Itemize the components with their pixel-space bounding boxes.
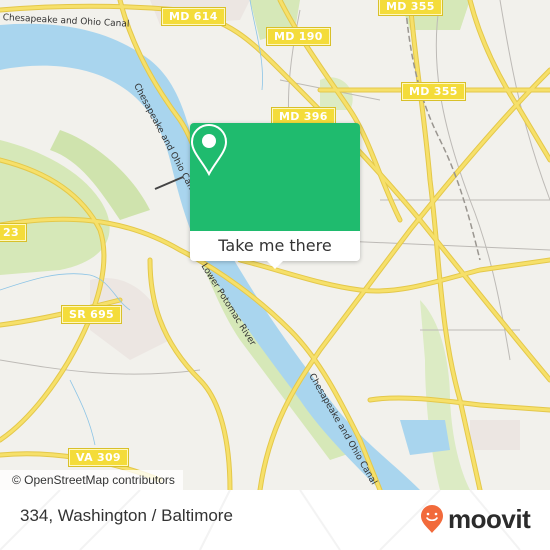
footer-bar: 334, Washington / Baltimore moovit	[0, 490, 550, 550]
map-canvas[interactable]: Chesapeake and Ohio Canal Chesapeake and…	[0, 0, 550, 490]
moovit-wordmark: moovit	[448, 503, 531, 534]
osm-attribution[interactable]: © OpenStreetMap contributors	[0, 470, 183, 490]
route-shield-sr-695: SR 695	[61, 305, 122, 324]
location-title: 334, Washington / Baltimore	[20, 506, 233, 525]
route-shield-md-190: MD 190	[266, 27, 331, 46]
moovit-pin-icon	[421, 505, 443, 533]
map-pin-icon	[190, 123, 228, 177]
reservoir	[400, 420, 450, 455]
route-shield-va-309: VA 309	[68, 448, 129, 467]
moovit-logo[interactable]: moovit	[420, 501, 531, 537]
location-popup: Take me there	[190, 123, 360, 269]
popup-tail	[267, 261, 283, 269]
take-me-there-button[interactable]: Take me there	[190, 231, 360, 261]
route-shield-md-355: MD 355	[401, 82, 466, 101]
route-shield-md-614: MD 614	[161, 7, 226, 26]
urban-area	[470, 420, 520, 450]
route-shield-sr-123: 23	[0, 223, 27, 242]
popup-header	[190, 123, 360, 231]
route-shield-md-355: MD 355	[378, 0, 443, 16]
